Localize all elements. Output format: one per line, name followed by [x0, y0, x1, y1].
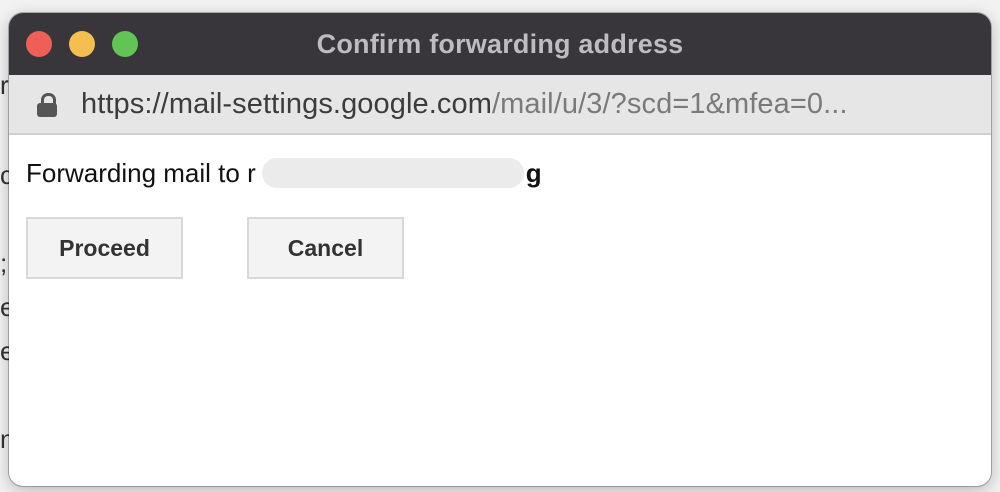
url-path: /mail/u/3/?scd=1&mfea=0...: [492, 87, 848, 120]
popup-window: Confirm forwarding address https://mail-…: [9, 13, 991, 486]
close-window-button[interactable]: [26, 31, 52, 57]
background-text: ;: [0, 248, 8, 278]
maximize-window-button[interactable]: [112, 31, 138, 57]
proceed-button[interactable]: Proceed: [26, 217, 183, 279]
url-bar: https://mail-settings.google.com/mail/u/…: [9, 75, 991, 135]
lock-icon[interactable]: [37, 93, 57, 117]
message-suffix: g: [525, 157, 542, 188]
dialog-content: Forwarding mail to r g Proceed Cancel: [9, 135, 991, 279]
cancel-button[interactable]: Cancel: [247, 217, 404, 279]
window-title: Confirm forwarding address: [316, 28, 684, 59]
message-prefix: Forwarding mail to r: [26, 157, 256, 188]
window-controls: [26, 31, 138, 57]
title-bar[interactable]: Confirm forwarding address: [9, 13, 991, 75]
minimize-window-button[interactable]: [69, 31, 95, 57]
url-host: https://mail-settings.google.com: [81, 87, 492, 120]
url-text[interactable]: https://mail-settings.google.com/mail/u/…: [81, 88, 848, 121]
forwarding-message: Forwarding mail to r g: [26, 155, 991, 191]
background-text: r: [0, 70, 9, 100]
redacted-email: [261, 158, 524, 188]
button-row: Proceed Cancel: [26, 217, 991, 279]
